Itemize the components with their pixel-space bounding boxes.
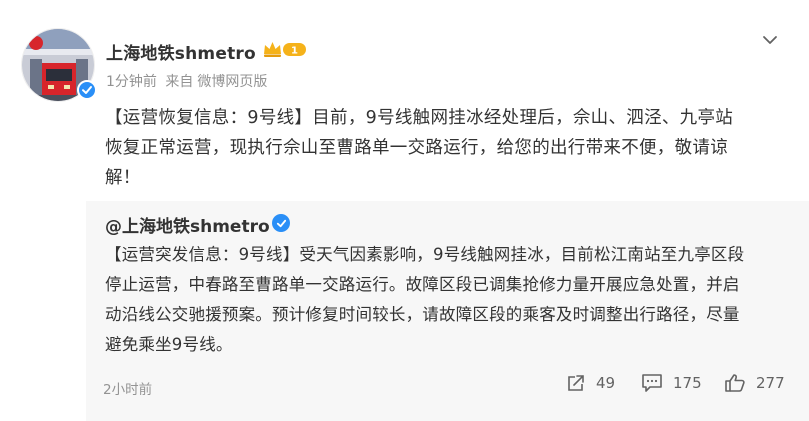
repost-count: 49 — [596, 374, 616, 392]
like-count: 277 — [756, 374, 785, 392]
verified-icon — [77, 80, 97, 100]
retweet-text-line: 避免乘坐9号线。 — [105, 335, 233, 354]
retweet-text-line: 停止运营，中春路至曹路单一交路运行。故障区段已调集抢修力量开展应急处置，并启 — [105, 275, 740, 294]
post-meta: 1分钟前 来自 微博网页版 — [106, 71, 271, 91]
retweet-text-line: 【运营突发信息：9号线】受天气因素影响，9号线触网挂冰，目前松江南站至九亭区段 — [105, 245, 745, 264]
repost-button[interactable]: 49 — [566, 373, 615, 393]
vip-level: 1 — [291, 46, 298, 57]
thumbs-up-icon — [725, 374, 745, 392]
retweet-box[interactable]: @上海地铁shmetro 【运营突发信息：9号线】受天气因素影响，9号线触网挂冰… — [86, 201, 809, 421]
share-icon — [568, 375, 584, 391]
post-text-line: 解！ — [105, 168, 141, 188]
source-prefix: 来自 — [165, 74, 194, 90]
verified-icon — [272, 214, 290, 232]
like-button[interactable]: 277 — [724, 373, 785, 393]
retweet-author[interactable]: @上海地铁shmetro — [105, 212, 270, 237]
avatar[interactable] — [21, 28, 97, 102]
post-source: 微博网页版 — [197, 74, 268, 90]
comment-icon — [642, 374, 662, 392]
post-text-line: 恢复正常运营，现执行佘山至曹路单一交路运行，给您的出行带来不便，敬请谅 — [105, 138, 728, 158]
chevron-down-icon[interactable] — [760, 30, 780, 50]
retweet-text-line: 动沿线公交驰援预案。预计修复时间较长，请故障区段的乘客及时调整出行路径，尽量 — [105, 305, 740, 324]
author-name[interactable]: 上海地铁shmetro — [106, 39, 256, 64]
retweet-text: 【运营突发信息：9号线】受天气因素影响，9号线触网挂冰，目前松江南站至九亭区段 … — [105, 240, 785, 360]
post-time[interactable]: 1分钟前 — [106, 74, 157, 90]
comment-count: 175 — [673, 374, 702, 392]
weibo-post-card: 上海地铁shmetro 1 1分钟前 来自 微博网页版 【运营恢复信息：9号线】目… — [0, 0, 809, 421]
post-text: 【运营恢复信息：9号线】目前，9号线触网挂冰经处理后，佘山、泗泾、九亭站 恢复正… — [105, 103, 775, 193]
retweet-time[interactable]: 2小时前 — [103, 378, 152, 398]
comment-button[interactable]: 175 — [641, 373, 702, 393]
vip-crown-badge[interactable]: 1 — [262, 39, 308, 59]
post-text-line: 【运营恢复信息：9号线】目前，9号线触网挂冰经处理后，佘山、泗泾、九亭站 — [105, 108, 734, 128]
